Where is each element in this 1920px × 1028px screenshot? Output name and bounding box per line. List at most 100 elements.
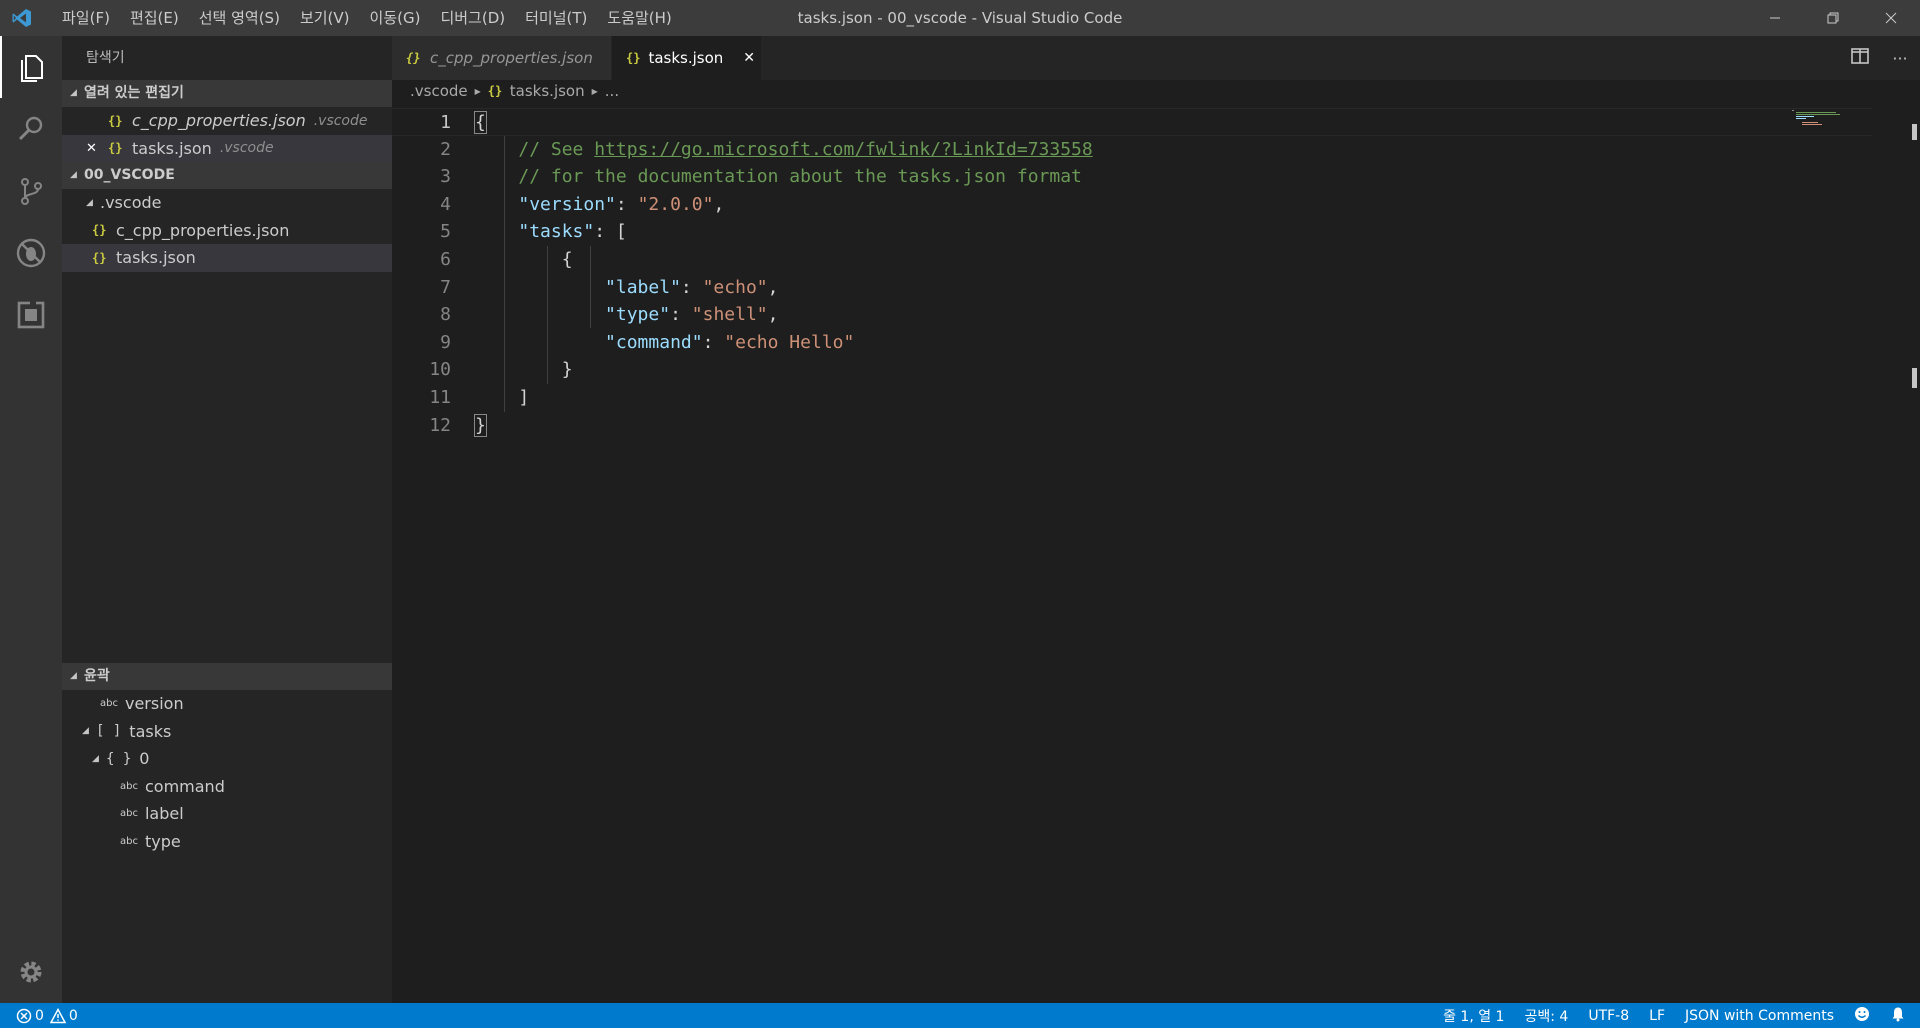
code-text: "command": "echo Hello" (605, 331, 855, 353)
string-symbol-icon: abc (120, 808, 138, 820)
menu-debug[interactable]: 디버그(D) (430, 0, 515, 36)
activity-extensions[interactable] (0, 284, 62, 346)
code-text: } (475, 356, 573, 384)
restore-icon (1827, 12, 1839, 24)
json-file-icon: {} (92, 223, 107, 238)
breadcrumb-file[interactable]: tasks.json (510, 82, 585, 100)
restore-button[interactable] (1804, 0, 1862, 36)
chevron-down-icon: ◢ (70, 88, 77, 98)
outline-item[interactable]: abc version (62, 690, 392, 718)
code-text: // for the documentation about the tasks… (475, 163, 1082, 191)
code-text: // See https://go.microsoft.com/fwlink/?… (475, 136, 1093, 164)
outline-item[interactable]: abc label (62, 800, 392, 828)
status-bar: 0 0 줄 1, 열 1 공백: 4 UTF-8 LF JSON with Co… (0, 1003, 1920, 1028)
activity-source-control[interactable] (0, 160, 62, 222)
json-key: "version" (518, 193, 616, 215)
breadcrumb-folder[interactable]: .vscode (410, 82, 468, 100)
code-line: 3 // for the documentation about the tas… (392, 163, 1872, 191)
outline-label: tasks (129, 721, 172, 741)
close-icon[interactable]: ✕ (86, 141, 102, 156)
json-key: "label" (605, 276, 681, 298)
minimize-button[interactable] (1746, 0, 1804, 36)
line-number: 4 (440, 193, 451, 215)
line-number: 5 (440, 221, 451, 243)
indentation[interactable]: 공백: 4 (1514, 1006, 1578, 1026)
source-control-icon (21, 178, 42, 205)
outline-item[interactable]: abc type (62, 828, 392, 856)
menu-edit[interactable]: 편집(E) (120, 0, 189, 36)
code-text: } (474, 412, 487, 440)
problems-indicator[interactable]: 0 0 (0, 1007, 78, 1024)
activity-search[interactable] (0, 98, 62, 160)
breadcrumb-symbol[interactable]: ... (605, 82, 619, 100)
comment: // for the documentation about the tasks… (518, 166, 1082, 188)
debug-icon (16, 238, 46, 268)
menu-file[interactable]: 파일(F) (52, 0, 120, 36)
json-file-icon: {} (92, 250, 107, 265)
comment-link[interactable]: https://go.microsoft.com/fwlink/?LinkId=… (594, 139, 1093, 160)
open-editor-filename: tasks.json (132, 138, 212, 158)
split-editor-icon[interactable] (1840, 48, 1880, 68)
code-line: 5 "tasks": [ (392, 218, 1872, 246)
bell-icon[interactable] (1880, 1006, 1920, 1026)
outline-item[interactable]: ◢ [ ] tasks (62, 718, 392, 746)
minimap[interactable] (1790, 108, 1850, 128)
activity-explorer[interactable] (0, 36, 62, 98)
menu-help[interactable]: 도움말(H) (597, 0, 681, 36)
outline-panel: ◢ 윤곽 abc version ◢ [ ] tasks ◢ { } 0 abc… (62, 663, 392, 855)
file-item[interactable]: {} c_cpp_properties.json (62, 217, 392, 245)
bracket: { (474, 111, 487, 134)
code-line: 9 "command": "echo Hello" (392, 329, 1872, 357)
menu-view[interactable]: 보기(V) (290, 0, 360, 36)
tab-tasks[interactable]: {} tasks.json ✕ (612, 36, 762, 80)
close-window-button[interactable] (1862, 0, 1920, 36)
feedback-smiley-icon[interactable] (1844, 1006, 1880, 1026)
code-line: 12 } (392, 412, 1872, 440)
file-item[interactable]: {} tasks.json (62, 244, 392, 272)
outline-item[interactable]: abc command (62, 773, 392, 801)
chevron-down-icon: ◢ (70, 170, 77, 180)
outline-label: 0 (139, 749, 150, 769)
more-actions-icon[interactable]: ··· (1880, 49, 1920, 68)
activity-debug[interactable] (0, 222, 62, 284)
array-symbol-icon: [ ] (96, 723, 122, 740)
menu-selection[interactable]: 선택 영역(S) (189, 0, 290, 36)
json-file-icon: {} (108, 113, 123, 128)
workspace-header[interactable]: ◢ 00_VSCODE (62, 162, 392, 189)
language-mode[interactable]: JSON with Comments (1675, 1008, 1844, 1024)
outline-header[interactable]: ◢ 윤곽 (62, 663, 392, 690)
code-text: ] (475, 384, 529, 412)
open-editor-item[interactable]: {} c_cpp_properties.json .vscode (62, 107, 392, 135)
code-text: "version": "2.0.0", (518, 193, 725, 215)
vscode-logo-icon (4, 0, 40, 36)
json-punct: } (561, 359, 573, 381)
string-symbol-icon: abc (100, 698, 118, 710)
chevron-right-icon: ▶ (591, 86, 598, 96)
tab-c-cpp-properties[interactable]: {} c_cpp_properties.json (392, 36, 612, 80)
code-text: { (475, 246, 573, 274)
encoding[interactable]: UTF-8 (1578, 1008, 1639, 1024)
open-editor-item[interactable]: ✕ {} tasks.json .vscode (62, 134, 392, 162)
code-editor[interactable]: 1 { 2 // See https://go.microsoft.com/fw… (392, 108, 1872, 439)
outline-label: type (144, 831, 181, 851)
explorer-sidebar: 탐색기 ◢ 열려 있는 편집기 {} c_cpp_properties.json… (62, 36, 392, 1003)
end-of-line[interactable]: LF (1639, 1008, 1675, 1024)
line-number: 12 (429, 414, 451, 436)
vertical-scrollbar[interactable] (1906, 108, 1920, 1003)
outline-item[interactable]: ◢ { } 0 (62, 745, 392, 773)
cursor-position[interactable]: 줄 1, 열 1 (1433, 1006, 1514, 1026)
folder-item[interactable]: ◢ .vscode (62, 189, 392, 217)
open-editors-title: 열려 있는 편집기 (84, 85, 184, 101)
json-value: "echo" (702, 276, 768, 298)
line-number: 1 (440, 112, 451, 133)
open-editors-header[interactable]: ◢ 열려 있는 편집기 (62, 80, 392, 107)
chevron-right-icon: ▶ (474, 86, 481, 96)
menu-terminal[interactable]: 터미널(T) (515, 0, 597, 36)
line-number: 7 (440, 276, 451, 298)
close-tab-icon[interactable]: ✕ (743, 50, 755, 66)
activity-manage[interactable] (0, 941, 62, 1003)
title-bar: 파일(F) 편집(E) 선택 영역(S) 보기(V) 이동(G) 디버그(D) … (0, 0, 1920, 36)
open-editor-folder: .vscode (219, 140, 274, 157)
error-count: 0 (35, 1007, 44, 1024)
menu-go[interactable]: 이동(G) (360, 0, 431, 36)
